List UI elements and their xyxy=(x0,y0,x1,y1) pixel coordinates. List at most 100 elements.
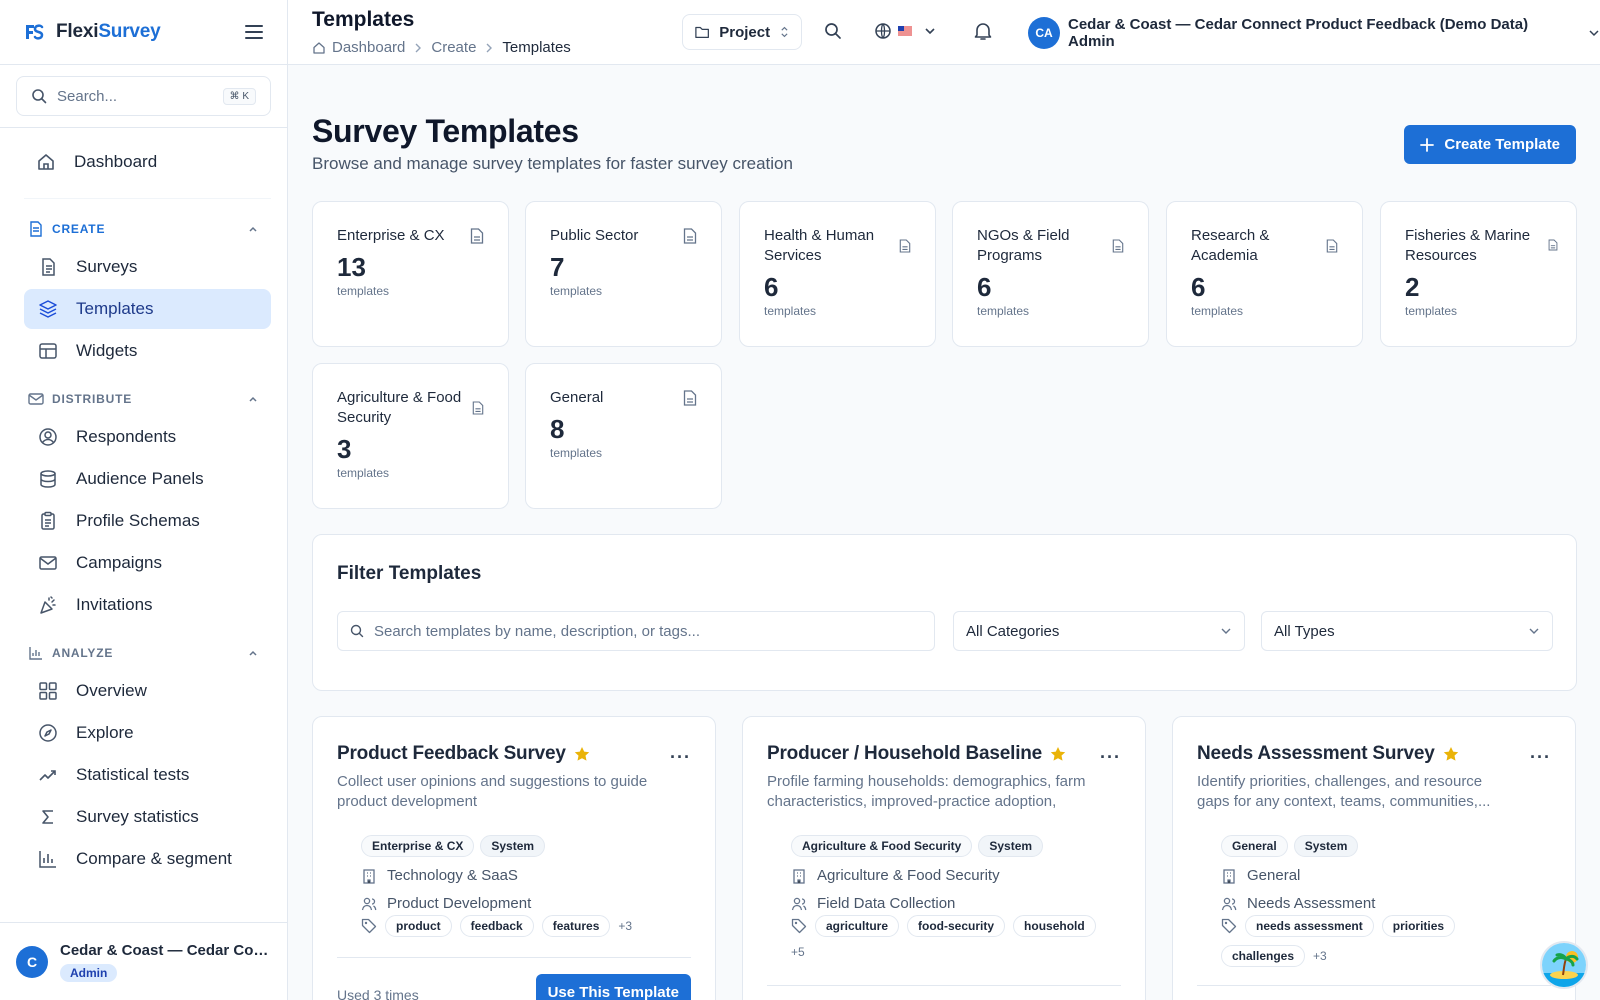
section-create-header[interactable]: CREATE xyxy=(24,211,271,247)
template-search-input[interactable]: Search templates by name, description, o… xyxy=(337,611,935,651)
category-card[interactable]: Enterprise & CX 13 templates xyxy=(312,201,509,347)
sidebar-item-compare-segment[interactable]: Compare & segment xyxy=(24,839,271,879)
template-title[interactable]: Product Feedback Survey xyxy=(337,743,590,765)
category-card[interactable]: Fisheries & Marine Resources 2 templates xyxy=(1380,201,1577,347)
template-card[interactable]: Needs Assessment Survey ··· Identify pri… xyxy=(1172,716,1576,1000)
sidebar-item-surveys[interactable]: Surveys xyxy=(24,247,271,287)
create-template-button[interactable]: Create Template xyxy=(1404,125,1576,164)
category-count: 2 xyxy=(1405,272,1420,302)
chevron-down-icon xyxy=(1589,30,1599,37)
brand-prefix: Flexi xyxy=(56,21,99,42)
section-analyze-header[interactable]: ANALYZE xyxy=(24,635,271,671)
more-options-icon[interactable]: ··· xyxy=(670,747,691,768)
audience-row: Needs Assessment xyxy=(1221,895,1375,912)
category-card[interactable]: Research & Academia 6 templates xyxy=(1166,201,1363,347)
section-title: DISTRIBUTE xyxy=(52,392,132,406)
language-selector[interactable] xyxy=(874,22,936,40)
sidebar-item-widgets[interactable]: Widgets xyxy=(24,331,271,371)
sidebar-search-wrap: Search... ⌘ K xyxy=(0,65,287,128)
sidebar-item-respondents[interactable]: Respondents xyxy=(24,417,271,457)
sidebar-user-footer[interactable]: C Cedar & Coast — Cedar Connect Product … xyxy=(0,922,287,1000)
category-card[interactable]: Health & Human Services 6 templates xyxy=(739,201,936,347)
more-options-icon[interactable]: ··· xyxy=(1530,747,1551,768)
type-badge: System xyxy=(480,835,546,857)
category-name: Enterprise & CX xyxy=(337,227,445,244)
sidebar-item-label: Invitations xyxy=(76,595,153,614)
filter-panel: Filter Templates Search templates by nam… xyxy=(312,534,1577,691)
category-card[interactable]: Public Sector 7 templates xyxy=(525,201,722,347)
tag-icon xyxy=(1221,918,1237,934)
more-tags-count: +5 xyxy=(791,945,805,959)
sidebar-item-overview[interactable]: Overview xyxy=(24,671,271,711)
sidebar-header: FlexiSurvey xyxy=(0,0,287,65)
star-icon[interactable] xyxy=(1443,746,1459,762)
category-name: General xyxy=(550,389,604,406)
file-icon xyxy=(683,228,697,244)
category-select-value: All Categories xyxy=(966,622,1060,640)
breadcrumb-create[interactable]: Create xyxy=(431,39,476,56)
section-distribute-header[interactable]: DISTRIBUTE xyxy=(24,381,271,417)
breadcrumb-dashboard[interactable]: Dashboard xyxy=(332,39,405,56)
category-card[interactable]: NGOs & Field Programs 6 templates xyxy=(952,201,1149,347)
template-badges: Enterprise & CX System xyxy=(361,835,551,857)
keyboard-shortcut-badge: ⌘ K xyxy=(222,87,256,105)
use-template-button[interactable]: Use This Template xyxy=(535,974,691,1000)
chevron-down-icon xyxy=(1221,628,1231,634)
category-count-label: templates xyxy=(764,304,817,318)
clipboard-icon xyxy=(41,511,55,530)
sidebar-search-input[interactable]: Search... ⌘ K xyxy=(16,76,271,116)
create-template-label: Create Template xyxy=(1444,136,1560,153)
sidebar-item-profile-schemas[interactable]: Profile Schemas xyxy=(24,501,271,541)
category-count: 6 xyxy=(764,272,779,302)
more-options-icon[interactable]: ··· xyxy=(1100,747,1121,768)
building-icon xyxy=(1223,868,1235,884)
star-icon[interactable] xyxy=(574,746,590,762)
template-card[interactable]: Producer / Household Baseline ··· Profil… xyxy=(742,716,1146,1000)
tag-icon xyxy=(361,918,377,934)
sidebar-item-explore[interactable]: Explore xyxy=(24,713,271,753)
template-title[interactable]: Needs Assessment Survey xyxy=(1197,743,1459,765)
chevron-up-icon xyxy=(249,226,257,232)
audience-row: Field Data Collection xyxy=(791,895,955,912)
sidebar-item-campaigns[interactable]: Campaigns xyxy=(24,543,271,583)
sidebar-item-dashboard[interactable]: Dashboard xyxy=(24,142,271,182)
template-search-placeholder: Search templates by name, description, o… xyxy=(374,622,700,640)
project-label: Project xyxy=(719,23,771,41)
category-select[interactable]: All Categories xyxy=(953,611,1245,651)
industry-label: Agriculture & Food Security xyxy=(817,867,1000,884)
sidebar-item-invitations[interactable]: Invitations xyxy=(24,585,271,625)
sidebar-item-templates[interactable]: Templates xyxy=(24,289,271,329)
category-count-label: templates xyxy=(337,284,390,298)
header-title: Templates xyxy=(312,8,415,31)
category-count: 3 xyxy=(337,434,352,464)
layers-icon xyxy=(39,300,57,318)
assistant-fab-button[interactable] xyxy=(1540,941,1588,989)
user-menu[interactable]: CA Cedar & Coast — Cedar Connect Product… xyxy=(1028,16,1600,50)
sidebar-item-audience-panels[interactable]: Audience Panels xyxy=(24,459,271,499)
bell-icon[interactable] xyxy=(974,21,992,41)
project-selector[interactable]: Project xyxy=(682,14,802,50)
brand-name[interactable]: FlexiSurvey xyxy=(56,21,161,43)
compass-icon xyxy=(39,724,57,742)
template-title[interactable]: Producer / Household Baseline xyxy=(767,743,1066,765)
tag: feedback xyxy=(459,915,534,937)
sidebar-item-survey-statistics[interactable]: Survey statistics xyxy=(24,797,271,837)
sidebar-item-label: Statistical tests xyxy=(76,765,190,784)
category-card[interactable]: General 8 templates xyxy=(525,363,722,509)
envelope-icon xyxy=(39,556,57,570)
category-card[interactable]: Agriculture & Food Security 3 templates xyxy=(312,363,509,509)
sidebar-item-statistical-tests[interactable]: Statistical tests xyxy=(24,755,271,795)
type-badge: System xyxy=(1293,835,1359,857)
breadcrumb: Dashboard Create Templates xyxy=(312,39,571,56)
user-name: Cedar & Coast — Cedar Connect Product Fe… xyxy=(1067,16,1529,50)
palm-island-icon xyxy=(1542,943,1586,987)
sigma-icon xyxy=(42,810,53,824)
type-select[interactable]: All Types xyxy=(1261,611,1553,651)
category-count-label: templates xyxy=(977,304,1030,318)
search-icon[interactable] xyxy=(824,22,842,40)
avatar: CA xyxy=(1028,17,1060,49)
tag: household xyxy=(1013,915,1096,937)
menu-icon[interactable] xyxy=(245,24,263,40)
star-icon[interactable] xyxy=(1050,746,1066,762)
template-card[interactable]: Product Feedback Survey ··· Collect user… xyxy=(312,716,716,1000)
